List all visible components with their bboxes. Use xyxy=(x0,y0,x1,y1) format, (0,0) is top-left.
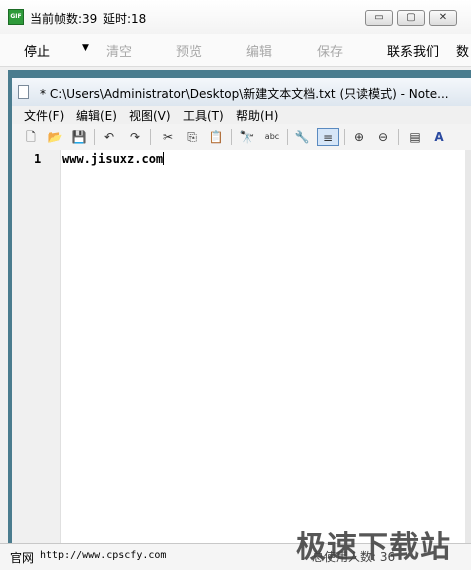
close-button[interactable]: ✕ xyxy=(429,10,457,26)
menu-view[interactable]: 视图(V) xyxy=(129,107,171,124)
line-number-gutter: 1 xyxy=(12,150,61,543)
zoom-in-icon[interactable]: ⊕ xyxy=(350,128,368,146)
minimize-button[interactable]: ▭ xyxy=(365,10,393,26)
line-number: 1 xyxy=(34,152,42,166)
site-watermark: 极速下载站 xyxy=(296,530,451,565)
editor-line-text[interactable]: www.jisuxz.com xyxy=(62,152,163,166)
editor-line[interactable]: www.jisuxz.com xyxy=(62,152,165,166)
recorder-titlebar: GIF 当前帧数:39 延时:18 ▭ ▢ ✕ xyxy=(0,0,471,34)
text-caret xyxy=(163,152,165,165)
undo-icon[interactable]: ↶ xyxy=(100,128,118,146)
paste-icon[interactable]: 📋 xyxy=(207,128,225,146)
contact-us-button[interactable]: 联系我们 xyxy=(387,41,439,60)
wrench-icon[interactable]: 🔧 xyxy=(293,128,311,146)
font-icon[interactable]: A xyxy=(430,128,448,146)
stop-dropdown-caret-icon[interactable]: ▼ xyxy=(82,43,89,53)
toolbar-separator xyxy=(231,129,232,145)
preview-button[interactable]: 预览 xyxy=(176,41,202,60)
official-site-url[interactable]: http://www.cpscfy.com xyxy=(40,550,166,561)
toolbar-separator xyxy=(287,129,288,145)
text-editor[interactable]: 1 www.jisuxz.com xyxy=(12,150,471,543)
zoom-out-icon[interactable]: ⊖ xyxy=(374,128,392,146)
toolbar-separator xyxy=(150,129,151,145)
menu-tools[interactable]: 工具(T) xyxy=(183,107,224,124)
wordwrap-icon[interactable]: ≡ xyxy=(317,128,339,146)
notepad-toolbar: 🗋 📂 💾 ↶ ↷ ✂ ⎘ 📋 🔭 abc 🔧 ≡ ⊕ ⊖ ▤ A xyxy=(12,124,471,151)
edit-button[interactable]: 编辑 xyxy=(246,41,272,60)
clear-button[interactable]: 清空 xyxy=(106,41,132,60)
toolbar-separator xyxy=(344,129,345,145)
menu-help[interactable]: 帮助(H) xyxy=(236,107,278,124)
replace-icon[interactable]: abc xyxy=(263,128,281,146)
notepad-window-title: * C:\Users\Administrator\Desktop\新建文本文档.… xyxy=(40,87,449,101)
notepad-document-icon xyxy=(18,85,29,99)
notepad-titlebar: * C:\Users\Administrator\Desktop\新建文本文档.… xyxy=(12,78,471,107)
save-disk-icon[interactable]: 💾 xyxy=(70,128,88,146)
official-site-label: 官网 xyxy=(10,551,35,565)
open-folder-icon[interactable]: 📂 xyxy=(46,128,64,146)
save-button[interactable]: 保存 xyxy=(317,41,343,60)
select-all-icon[interactable]: ▤ xyxy=(406,128,424,146)
overflow-menu-item[interactable]: 数 xyxy=(456,41,469,60)
find-icon[interactable]: 🔭 xyxy=(238,128,256,146)
copy-icon[interactable]: ⎘ xyxy=(183,128,201,146)
gif-app-icon: GIF xyxy=(8,9,24,25)
stop-button[interactable]: 停止 xyxy=(24,41,50,60)
vertical-scrollbar[interactable] xyxy=(465,150,471,543)
menu-file[interactable]: 文件(F) xyxy=(24,107,64,124)
notepad-menubar: 文件(F) 编辑(E) 视图(V) 工具(T) 帮助(H) xyxy=(12,106,471,124)
recorder-menubar: 停止 ▼ 清空 预览 编辑 保存 联系我们 数 xyxy=(0,34,471,67)
redo-icon[interactable]: ↷ xyxy=(126,128,144,146)
new-file-icon[interactable]: 🗋 xyxy=(22,128,40,146)
maximize-button[interactable]: ▢ xyxy=(397,10,425,26)
toolbar-separator xyxy=(94,129,95,145)
toolbar-separator xyxy=(398,129,399,145)
delay-status: 延时:18 xyxy=(103,12,147,26)
frame-count-status: 当前帧数:39 xyxy=(30,12,98,26)
menu-edit[interactable]: 编辑(E) xyxy=(76,107,117,124)
cut-icon[interactable]: ✂ xyxy=(159,128,177,146)
